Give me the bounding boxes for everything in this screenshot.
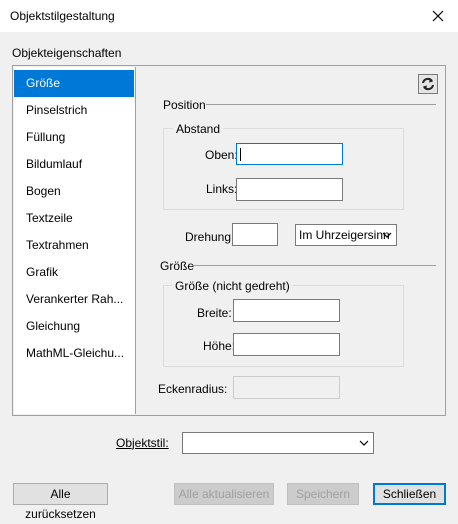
category-item[interactable]: Verankerter Rah... [14, 286, 134, 313]
breite-label: Breite: [197, 306, 232, 320]
oben-label: Oben: [205, 148, 238, 162]
section-label: Objekteigenschaften [12, 46, 122, 60]
chevron-down-icon [359, 440, 369, 446]
direction-select[interactable]: Im Uhrzeigersinn [295, 224, 397, 246]
category-item[interactable]: Füllung [14, 124, 134, 151]
eckenradius-label: Eckenradius: [158, 382, 228, 396]
size-heading: Größe [160, 259, 195, 273]
size-group-label: Größe (nicht gedreht) [172, 279, 293, 293]
position-heading: Position [163, 98, 206, 112]
abstand-label: Abstand [173, 122, 224, 136]
category-item[interactable]: Größe [14, 70, 134, 97]
save-button[interactable]: Speichern [287, 483, 359, 505]
category-item[interactable]: Grafik [14, 259, 134, 286]
close-button[interactable] [418, 0, 458, 32]
category-item[interactable]: Textrahmen [14, 232, 134, 259]
objektstil-label: Objektstil: [116, 436, 169, 450]
window-title: Objektstilgestaltung [10, 9, 115, 23]
refresh-icon [422, 77, 434, 91]
oben-input[interactable] [236, 143, 343, 165]
links-input[interactable] [236, 178, 343, 201]
hoehe-label: Höhe: [203, 339, 236, 353]
category-item[interactable]: Textzeile [14, 205, 134, 232]
category-item[interactable]: Pinselstrich [14, 97, 134, 124]
reset-all-button[interactable]: Alle zurücksetzen [13, 483, 108, 521]
category-item[interactable]: Gleichung [14, 313, 134, 340]
update-all-button[interactable]: Alle aktualisieren [174, 483, 274, 505]
title-bar: Objektstilgestaltung [0, 0, 458, 32]
close-dialog-button[interactable]: Schließen [373, 483, 446, 505]
eckenradius-input [233, 376, 340, 399]
category-list[interactable]: Größe Pinselstrich Füllung Bildumlauf Bo… [14, 67, 136, 414]
category-item[interactable]: Bogen [14, 178, 134, 205]
category-item[interactable]: Bildumlauf [14, 151, 134, 178]
divider [206, 104, 436, 105]
hoehe-input[interactable] [233, 333, 340, 356]
objektstil-select[interactable] [182, 432, 374, 454]
refresh-button[interactable] [418, 74, 438, 94]
drehung-input[interactable] [232, 223, 278, 246]
breite-input[interactable] [233, 299, 340, 322]
text-caret [240, 148, 241, 161]
links-label: Links: [206, 182, 238, 196]
drehung-label: Drehung: [185, 230, 235, 244]
divider [192, 265, 436, 266]
chevron-down-icon [382, 232, 392, 238]
close-icon [432, 10, 444, 22]
category-item[interactable]: MathML-Gleichu... [14, 340, 134, 367]
